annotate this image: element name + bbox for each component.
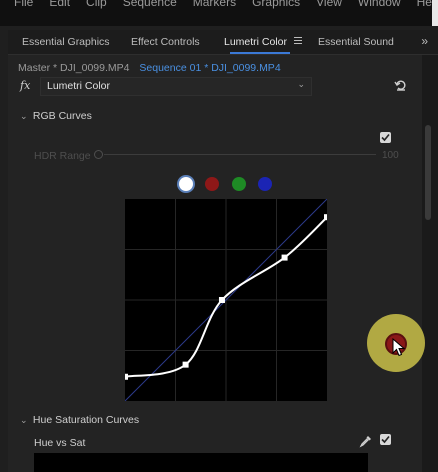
menu-bar: File Edit Clip Sequence Markers Graphics View W… (0, 0, 438, 26)
effect-row: fx Lumetri Color ⌄ (18, 77, 414, 96)
window-edge (432, 0, 438, 26)
checkmark-icon (381, 435, 390, 444)
menu-item-view[interactable]: View (316, 0, 342, 9)
hue-vs-sat-enable-checkbox[interactable] (380, 434, 391, 445)
eyedropper-icon[interactable] (359, 434, 373, 448)
channel-green-button[interactable] (232, 177, 246, 191)
master-clip-label[interactable]: Master * DJI_0099.MP4 (18, 62, 129, 74)
menu-item-window[interactable]: Window (358, 0, 401, 9)
menu-items: File Edit Clip Sequence Markers Graphics View W… (14, 0, 438, 9)
rgb-curve-graph[interactable] (125, 199, 327, 401)
clip-selector-row: Master * DJI_0099.MP4 Sequence 01 * DJI_… (18, 62, 281, 74)
channel-luma-button[interactable] (179, 177, 193, 191)
active-tab-indicator (230, 52, 290, 54)
tab-essential-sound[interactable]: Essential Sound (318, 36, 394, 48)
menu-item-file[interactable]: File (14, 0, 33, 9)
fx-icon[interactable]: fx (20, 79, 30, 92)
menu-item-sequence[interactable]: Sequence (123, 0, 177, 9)
curve-control-point[interactable] (125, 373, 128, 380)
hamburger-icon[interactable] (294, 35, 302, 45)
channel-blue-button[interactable] (258, 177, 272, 191)
chevron-down-icon: ⌄ (297, 79, 305, 89)
panel-tabs: Essential Graphics Effect Controls Lumet… (8, 30, 438, 55)
curve-control-point[interactable] (324, 214, 327, 221)
double-chevron-right-icon[interactable]: » (421, 34, 428, 48)
hue-vs-sat-label: Hue vs Sat (34, 437, 86, 449)
checkmark-icon (381, 133, 390, 142)
sequence-clip-label[interactable]: Sequence 01 * DJI_0099.MP4 (139, 62, 280, 74)
tab-lumetri-color[interactable]: Lumetri Color (224, 36, 287, 48)
curve-control-point[interactable] (281, 254, 288, 261)
channel-red-button[interactable] (205, 177, 219, 191)
reset-icon[interactable] (394, 78, 408, 92)
curve-canvas[interactable] (125, 199, 327, 401)
chevron-down-icon: ⌄ (20, 415, 28, 425)
hue-vs-sat-graph[interactable] (34, 453, 368, 472)
hue-saturation-curves-header[interactable]: ⌄ Hue Saturation Curves (20, 414, 139, 426)
mouse-cursor-icon (392, 338, 406, 357)
hue-saturation-curves-title: Hue Saturation Curves (32, 414, 140, 426)
scrollbar-thumb[interactable] (425, 125, 431, 220)
effect-dropdown-value: Lumetri Color (47, 80, 111, 92)
curve-control-point[interactable] (182, 361, 189, 368)
menu-item-clip[interactable]: Clip (86, 0, 107, 9)
chevron-down-icon: ⌄ (20, 111, 28, 121)
menu-item-edit[interactable]: Edit (49, 0, 70, 9)
hdr-range-slider-knob[interactable] (94, 150, 103, 159)
tab-essential-graphics[interactable]: Essential Graphics (22, 36, 110, 48)
rgb-curves-header[interactable]: ⌄ RGB Curves (20, 110, 92, 122)
effect-dropdown[interactable]: Lumetri Color ⌄ (40, 77, 312, 96)
hdr-range-slider[interactable] (104, 154, 376, 155)
tab-effect-controls[interactable]: Effect Controls (131, 36, 200, 48)
hdr-range-label: HDR Range (34, 150, 91, 162)
scrollbar-track[interactable] (422, 55, 438, 472)
menu-item-graphics[interactable]: Graphics (252, 0, 300, 9)
rgb-curves-title: RGB Curves (32, 110, 92, 122)
rgb-curves-enable-checkbox[interactable] (380, 132, 391, 143)
menu-item-markers[interactable]: Markers (193, 0, 236, 9)
hdr-range-value[interactable]: 100 (382, 150, 399, 161)
curve-control-point[interactable] (218, 297, 225, 303)
